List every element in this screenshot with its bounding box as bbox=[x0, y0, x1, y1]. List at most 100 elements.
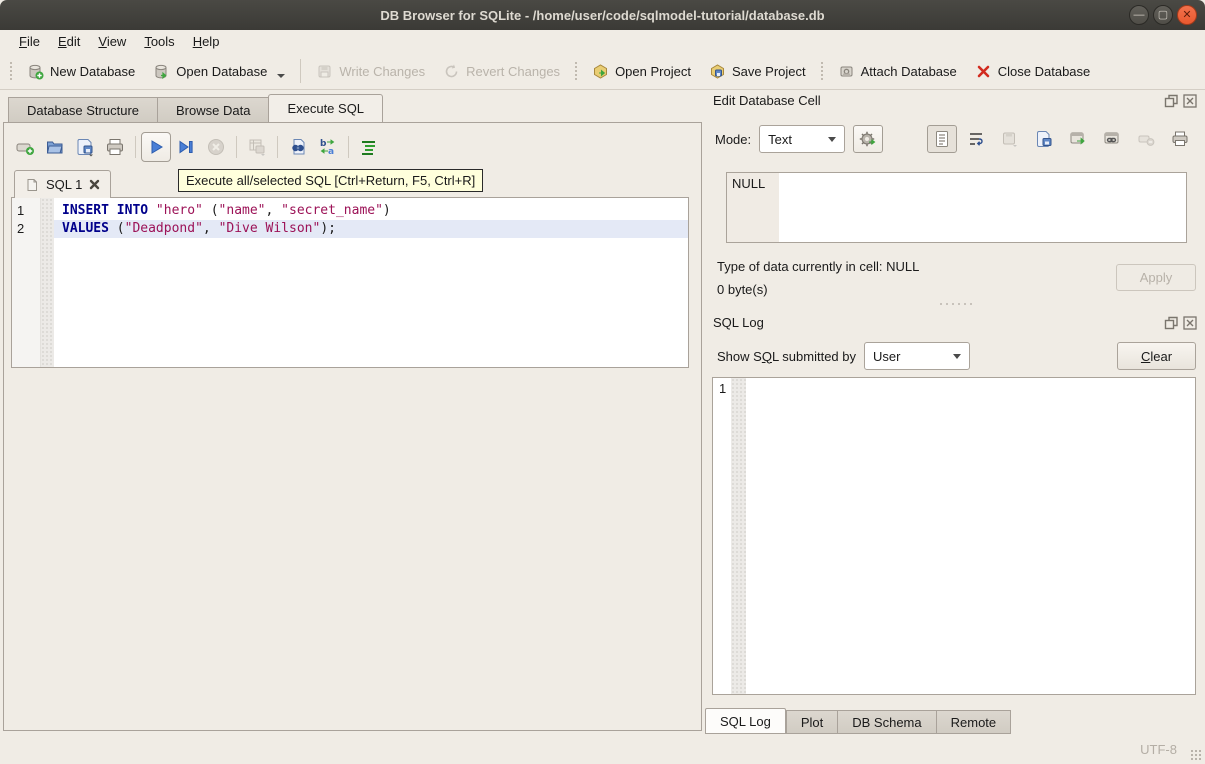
cell-text-mode-button[interactable] bbox=[927, 125, 957, 153]
save-file-icon bbox=[75, 137, 95, 157]
menu-edit[interactable]: Edit bbox=[49, 32, 89, 51]
menu-tools[interactable]: Tools bbox=[135, 32, 183, 51]
open-in-external-button[interactable] bbox=[1063, 125, 1093, 153]
minimize-button[interactable]: — bbox=[1129, 5, 1149, 25]
execute-line-icon bbox=[176, 137, 196, 157]
find-button[interactable] bbox=[283, 132, 313, 162]
window-controls: — ▢ ✕ bbox=[1129, 5, 1197, 25]
open-sql-file-button[interactable] bbox=[40, 132, 70, 162]
tab-browse-data[interactable]: Browse Data bbox=[157, 97, 268, 123]
dock-tab-db-schema[interactable]: DB Schema bbox=[837, 710, 935, 734]
titlebar: DB Browser for SQLite - /home/user/code/… bbox=[0, 0, 1205, 30]
log-text-area[interactable] bbox=[746, 378, 1195, 694]
save-results-button[interactable] bbox=[242, 132, 272, 162]
cell-type-info: Type of data currently in cell: NULL bbox=[717, 259, 919, 274]
dock-tab-remote[interactable]: Remote bbox=[936, 710, 1012, 734]
sql-log-view[interactable]: 1 bbox=[712, 377, 1196, 695]
new-database-icon bbox=[27, 63, 44, 80]
apply-button-label: Apply bbox=[1140, 270, 1173, 285]
close-dock-icon[interactable] bbox=[1183, 94, 1197, 108]
close-dock-icon[interactable] bbox=[1183, 316, 1197, 330]
tab-execute-sql[interactable]: Execute SQL bbox=[268, 94, 383, 123]
close-tab-icon[interactable] bbox=[89, 179, 100, 190]
word-wrap-button[interactable] bbox=[961, 125, 991, 153]
menu-file[interactable]: File bbox=[10, 32, 49, 51]
tab-database-structure[interactable]: Database Structure bbox=[8, 97, 157, 123]
maximize-button[interactable]: ▢ bbox=[1153, 5, 1173, 25]
print-cell-button[interactable] bbox=[1165, 125, 1195, 153]
chevron-down-icon bbox=[828, 137, 836, 142]
sql-log-filter-value: User bbox=[873, 349, 900, 364]
editor-code-area[interactable]: INSERT INTO "hero" ("name", "secret_name… bbox=[54, 198, 688, 367]
encoding-indicator[interactable]: UTF-8 bbox=[1140, 742, 1177, 757]
toolbar-grip[interactable] bbox=[819, 60, 825, 82]
write-changes-button[interactable]: Write Changes bbox=[307, 57, 434, 86]
save-as-icon bbox=[1035, 130, 1053, 148]
clear-button-label: Clear bbox=[1141, 349, 1172, 364]
sql-toolbar-separator bbox=[135, 136, 136, 158]
mode-select[interactable]: Text bbox=[759, 125, 845, 153]
cell-editor-text-area[interactable] bbox=[779, 173, 1186, 242]
dock-tab-label: Plot bbox=[801, 715, 823, 730]
svg-text:a: a bbox=[328, 147, 334, 157]
float-dock-icon[interactable] bbox=[1164, 316, 1178, 330]
dock-tab-sql-log[interactable]: SQL Log bbox=[705, 708, 786, 734]
tab-label: Database Structure bbox=[27, 103, 139, 118]
set-null-button[interactable] bbox=[1131, 125, 1161, 153]
save-results-icon bbox=[247, 137, 267, 157]
open-project-button[interactable]: Open Project bbox=[583, 57, 700, 86]
dock-tab-label: DB Schema bbox=[852, 715, 921, 730]
open-database-button[interactable]: Open Database bbox=[144, 57, 294, 86]
apply-button[interactable]: Apply bbox=[1116, 264, 1196, 291]
attach-database-button[interactable]: Attach Database bbox=[829, 57, 966, 86]
execute-sql-button[interactable] bbox=[141, 132, 171, 162]
cell-editor[interactable]: NULL bbox=[726, 172, 1187, 243]
auto-switch-mode-button[interactable] bbox=[853, 125, 883, 153]
execute-current-line-button[interactable] bbox=[171, 132, 201, 162]
menu-view[interactable]: View bbox=[89, 32, 135, 51]
open-database-label: Open Database bbox=[176, 64, 267, 79]
dock-tab-plot[interactable]: Plot bbox=[786, 710, 837, 734]
new-database-button[interactable]: New Database bbox=[18, 57, 144, 86]
print-sql-button[interactable] bbox=[100, 132, 130, 162]
save-project-button[interactable]: Save Project bbox=[700, 57, 815, 86]
resize-grip[interactable] bbox=[1190, 749, 1202, 761]
stop-execution-button[interactable] bbox=[201, 132, 231, 162]
save-sql-file-button[interactable] bbox=[70, 132, 100, 162]
export-cell-data-button[interactable] bbox=[1029, 125, 1059, 153]
close-button[interactable]: ✕ bbox=[1177, 5, 1197, 25]
code-line[interactable]: INSERT INTO "hero" ("name", "secret_name… bbox=[54, 202, 688, 220]
toolbar-grip[interactable] bbox=[8, 60, 14, 82]
copy-link-button[interactable] bbox=[1097, 125, 1127, 153]
toolbar-grip[interactable] bbox=[573, 60, 579, 82]
clear-log-button[interactable]: Clear bbox=[1117, 342, 1196, 370]
sql-log-filter-select[interactable]: User bbox=[864, 342, 970, 370]
main-toolbar: New Database Open Database Write Changes… bbox=[0, 53, 1205, 90]
format-sql-button[interactable] bbox=[354, 132, 384, 162]
open-database-dropdown-icon[interactable] bbox=[277, 74, 285, 78]
save-project-label: Save Project bbox=[732, 64, 806, 79]
close-database-button[interactable]: Close Database bbox=[966, 57, 1100, 86]
tab-label: Execute SQL bbox=[287, 101, 364, 116]
close-database-icon bbox=[975, 63, 992, 80]
attach-database-icon bbox=[838, 63, 855, 80]
sql-log-dock-buttons bbox=[1164, 316, 1197, 330]
log-line-number: 1 bbox=[719, 381, 726, 396]
code-line[interactable]: VALUES ("Deadpond", "Dive Wilson"); bbox=[54, 220, 688, 238]
import-cell-data-button[interactable] bbox=[995, 125, 1025, 153]
right-dock-area: Edit Database Cell Mode: Text bbox=[705, 90, 1205, 735]
link-icon bbox=[1103, 130, 1121, 148]
find-replace-button[interactable]: ba bbox=[313, 132, 343, 162]
dock-tab-label: Remote bbox=[951, 715, 997, 730]
open-sql-tab-button[interactable] bbox=[10, 132, 40, 162]
revert-changes-button[interactable]: Revert Changes bbox=[434, 57, 569, 86]
splitter-dots bbox=[938, 302, 972, 306]
sql-editor[interactable]: 12 INSERT INTO "hero" ("name", "secret_n… bbox=[11, 197, 689, 368]
attach-database-label: Attach Database bbox=[861, 64, 957, 79]
dock-splitter-handle[interactable] bbox=[705, 301, 1205, 307]
log-fold-margin bbox=[731, 378, 746, 694]
save-project-icon bbox=[709, 63, 726, 80]
float-dock-icon[interactable] bbox=[1164, 94, 1178, 108]
menu-help[interactable]: Help bbox=[184, 32, 229, 51]
sql-file-tab[interactable]: SQL 1 bbox=[14, 170, 111, 198]
